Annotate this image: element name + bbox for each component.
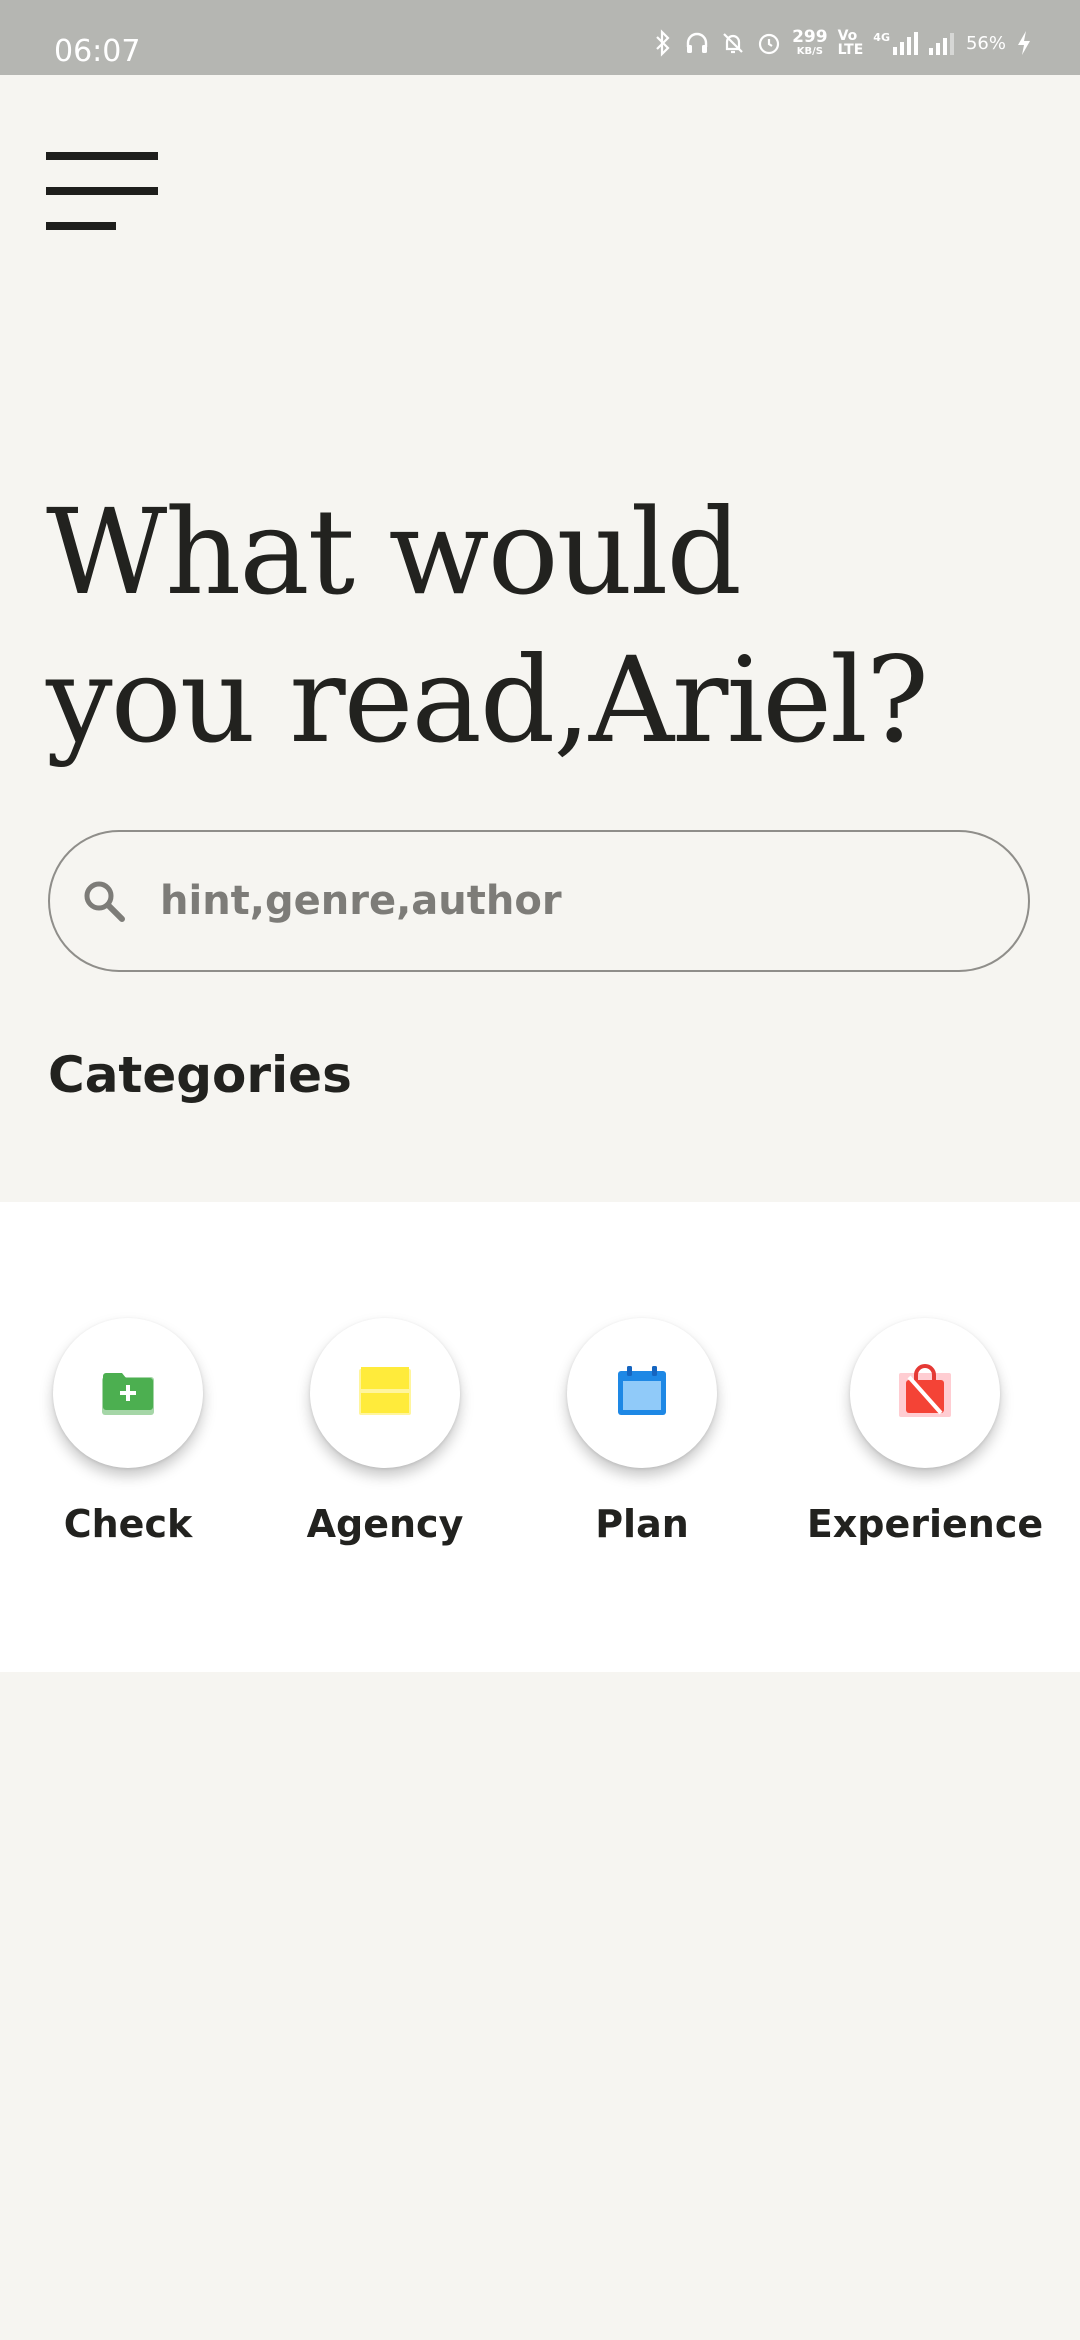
category-icon-circle bbox=[850, 1318, 1000, 1468]
category-label: Check bbox=[63, 1502, 193, 1546]
bell-off-icon bbox=[720, 30, 746, 56]
network-type-label: 4G bbox=[873, 31, 890, 44]
category-experience[interactable]: Experience bbox=[805, 1318, 1045, 1546]
category-plan[interactable]: Plan bbox=[522, 1318, 762, 1546]
category-agency[interactable]: Agency bbox=[265, 1318, 505, 1546]
alarm-icon bbox=[756, 30, 782, 56]
battery-percent: 56% bbox=[965, 32, 1006, 54]
category-label: Experience bbox=[806, 1502, 1044, 1546]
sticky-note-icon bbox=[357, 1363, 413, 1424]
category-check[interactable]: Check bbox=[8, 1318, 248, 1546]
folder-add-icon bbox=[100, 1363, 156, 1424]
network-speed-value: 299 bbox=[792, 27, 828, 47]
categories-title: Categories bbox=[48, 1046, 352, 1104]
category-label: Agency bbox=[306, 1502, 464, 1546]
volte-top: Vo bbox=[837, 28, 858, 44]
status-time: 06:07 bbox=[54, 34, 141, 69]
volte-indicator: Vo LTE bbox=[838, 29, 864, 57]
status-bar: 06:07 299 KB/S Vo LTE 4G 56% bbox=[0, 0, 1080, 75]
volte-bottom: LTE bbox=[837, 42, 864, 58]
headphones-icon bbox=[684, 30, 710, 56]
category-icon-circle bbox=[53, 1318, 203, 1468]
search-icon bbox=[80, 877, 128, 925]
category-icon-circle bbox=[567, 1318, 717, 1468]
shopping-bag-off-icon bbox=[897, 1363, 953, 1424]
network-speed: 299 KB/S bbox=[792, 29, 828, 57]
charging-icon bbox=[1016, 30, 1032, 56]
calendar-icon bbox=[614, 1363, 670, 1424]
hamburger-menu-icon[interactable] bbox=[46, 150, 158, 234]
search-placeholder: hint,genre,author bbox=[160, 878, 562, 924]
category-label: Plan bbox=[595, 1502, 689, 1546]
signal-icon bbox=[928, 31, 956, 55]
network-speed-unit: KB/S bbox=[796, 46, 823, 57]
category-icon-circle bbox=[310, 1318, 460, 1468]
signal-4g-icon: 4G bbox=[873, 31, 918, 55]
page-title: What would you read,Ariel? bbox=[46, 478, 1026, 774]
bluetooth-icon bbox=[652, 29, 674, 57]
categories-panel: Check Agency Plan Experience bbox=[0, 1202, 1080, 1672]
status-icons: 299 KB/S Vo LTE 4G 56% bbox=[652, 28, 1032, 58]
headline-line-1: What would bbox=[46, 483, 742, 621]
headline-line-2: you read,Ariel? bbox=[46, 631, 929, 769]
search-input[interactable]: hint,genre,author bbox=[48, 830, 1030, 972]
